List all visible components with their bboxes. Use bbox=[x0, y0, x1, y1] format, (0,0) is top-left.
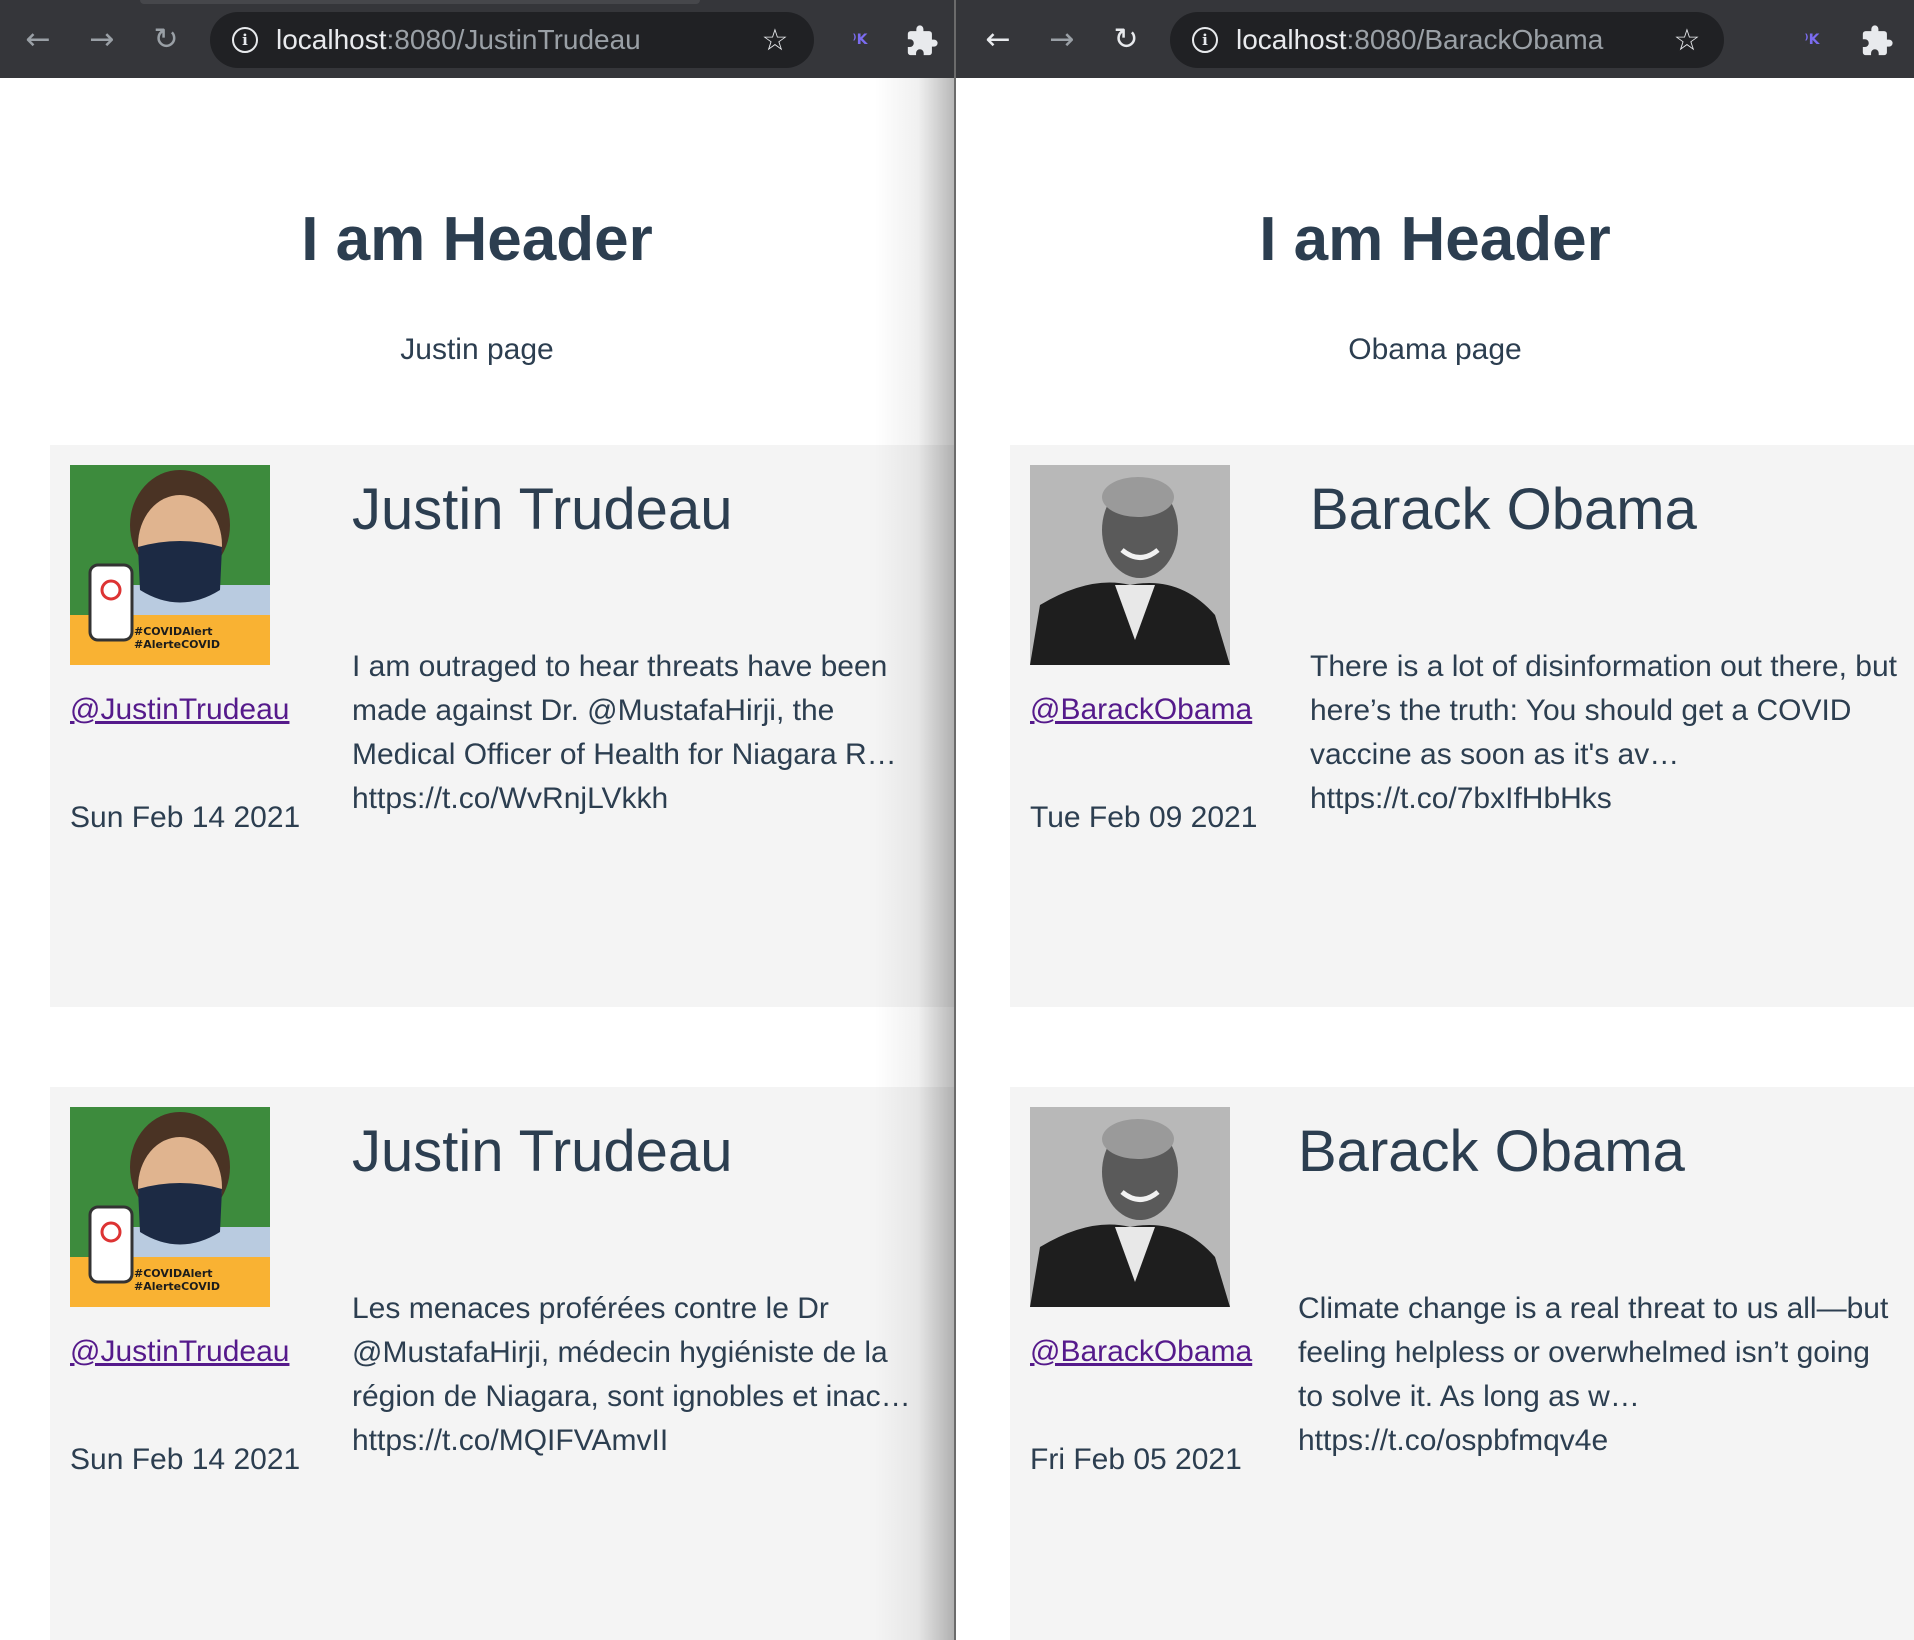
tweet-date: Tue Feb 09 2021 bbox=[1030, 801, 1258, 834]
avatar-caption: #AlerteCOVID bbox=[134, 1280, 220, 1293]
browser-window-left: ← → ↻ i localhost:8080/JustinTrudeau ☆ ⁾… bbox=[0, 0, 954, 1640]
avatar: #COVIDAlert #AlerteCOVID bbox=[70, 1107, 270, 1307]
user-name: Justin Trudeau bbox=[352, 1119, 733, 1184]
active-tab-edge bbox=[140, 0, 700, 4]
arrow-back-icon[interactable]: ← bbox=[18, 20, 58, 60]
trudeau-avatar-image: #COVIDAlert #AlerteCOVID bbox=[70, 465, 270, 665]
obama-avatar-image bbox=[1030, 465, 1230, 665]
page-header: I am Header bbox=[1259, 205, 1611, 274]
user-name: Barack Obama bbox=[1310, 477, 1697, 542]
user-handle-link[interactable]: @JustinTrudeau bbox=[70, 1335, 289, 1369]
avatar-caption: #COVIDAlert bbox=[134, 625, 213, 638]
trudeau-avatar-image: #COVIDAlert #AlerteCOVID bbox=[70, 1107, 270, 1307]
address-bar[interactable]: i localhost:8080/BarackObama ☆ bbox=[1170, 12, 1724, 68]
obama-avatar-image bbox=[1030, 1107, 1230, 1307]
avatar bbox=[1030, 465, 1230, 665]
tweet-date: Sun Feb 14 2021 bbox=[70, 801, 301, 834]
user-name: Justin Trudeau bbox=[352, 477, 733, 542]
browser-window-right: ← → ↻ i localhost:8080/BarackObama ☆ ⁾K … bbox=[956, 0, 1914, 1640]
user-handle-link[interactable]: @JustinTrudeau bbox=[70, 693, 289, 727]
extension-icon[interactable]: ⁾K bbox=[1798, 26, 1826, 54]
user-name: Barack Obama bbox=[1298, 1119, 1685, 1184]
arrow-back-icon[interactable]: ← bbox=[978, 20, 1018, 60]
browser-toolbar: ← → ↻ i localhost:8080/BarackObama ☆ ⁾K bbox=[956, 0, 1914, 78]
tweet-card: #COVIDAlert #AlerteCOVID @JustinTrudeau … bbox=[50, 1087, 954, 1640]
puzzle-icon[interactable] bbox=[1860, 24, 1894, 58]
avatar-caption: #COVIDAlert bbox=[134, 1267, 213, 1280]
tweet-text: Les menaces proférées contre le Dr @Must… bbox=[352, 1292, 911, 1457]
tweet-text: There is a lot of disinformation out the… bbox=[1310, 650, 1897, 815]
bookmark-star-icon[interactable]: ☆ bbox=[1670, 24, 1704, 58]
tweet-text: I am outraged to hear threats have been … bbox=[352, 650, 897, 815]
arrow-forward-icon[interactable]: → bbox=[1042, 20, 1082, 60]
puzzle-icon[interactable] bbox=[905, 24, 939, 58]
reload-icon[interactable]: ↻ bbox=[146, 20, 186, 60]
page-header: I am Header bbox=[301, 205, 653, 274]
browser-toolbar: ← → ↻ i localhost:8080/JustinTrudeau ☆ ⁾… bbox=[0, 0, 954, 78]
avatar-caption: #AlerteCOVID bbox=[134, 638, 220, 651]
page-subtitle: Justin page bbox=[400, 333, 554, 366]
address-bar[interactable]: i localhost:8080/JustinTrudeau ☆ bbox=[210, 12, 814, 68]
extension-icon[interactable]: ⁾K bbox=[846, 26, 874, 54]
avatar: #COVIDAlert #AlerteCOVID bbox=[70, 465, 270, 665]
tweet-date: Fri Feb 05 2021 bbox=[1030, 1443, 1242, 1476]
bookmark-star-icon[interactable]: ☆ bbox=[758, 24, 792, 58]
tweet-card: #COVIDAlert #AlerteCOVID @JustinTrudeau … bbox=[50, 445, 954, 1007]
tweet-date: Sun Feb 14 2021 bbox=[70, 1443, 301, 1476]
tweet-card: @BarackObama Fri Feb 05 2021 Barack Obam… bbox=[1010, 1087, 1914, 1640]
user-handle-link[interactable]: @BarackObama bbox=[1030, 1335, 1252, 1369]
page-subtitle: Obama page bbox=[1348, 333, 1522, 366]
arrow-forward-icon[interactable]: → bbox=[82, 20, 122, 60]
tweet-card: @BarackObama Tue Feb 09 2021 Barack Obam… bbox=[1010, 445, 1914, 1007]
avatar bbox=[1030, 1107, 1230, 1307]
url-text[interactable]: localhost:8080/JustinTrudeau bbox=[276, 24, 641, 56]
user-handle-link[interactable]: @BarackObama bbox=[1030, 693, 1252, 727]
reload-icon[interactable]: ↻ bbox=[1106, 20, 1146, 60]
info-icon[interactable]: i bbox=[1192, 27, 1218, 53]
url-text[interactable]: localhost:8080/BarackObama bbox=[1236, 24, 1603, 56]
window-divider bbox=[954, 0, 956, 1640]
tweet-text: Climate change is a real threat to us al… bbox=[1298, 1292, 1889, 1457]
info-icon[interactable]: i bbox=[232, 27, 258, 53]
